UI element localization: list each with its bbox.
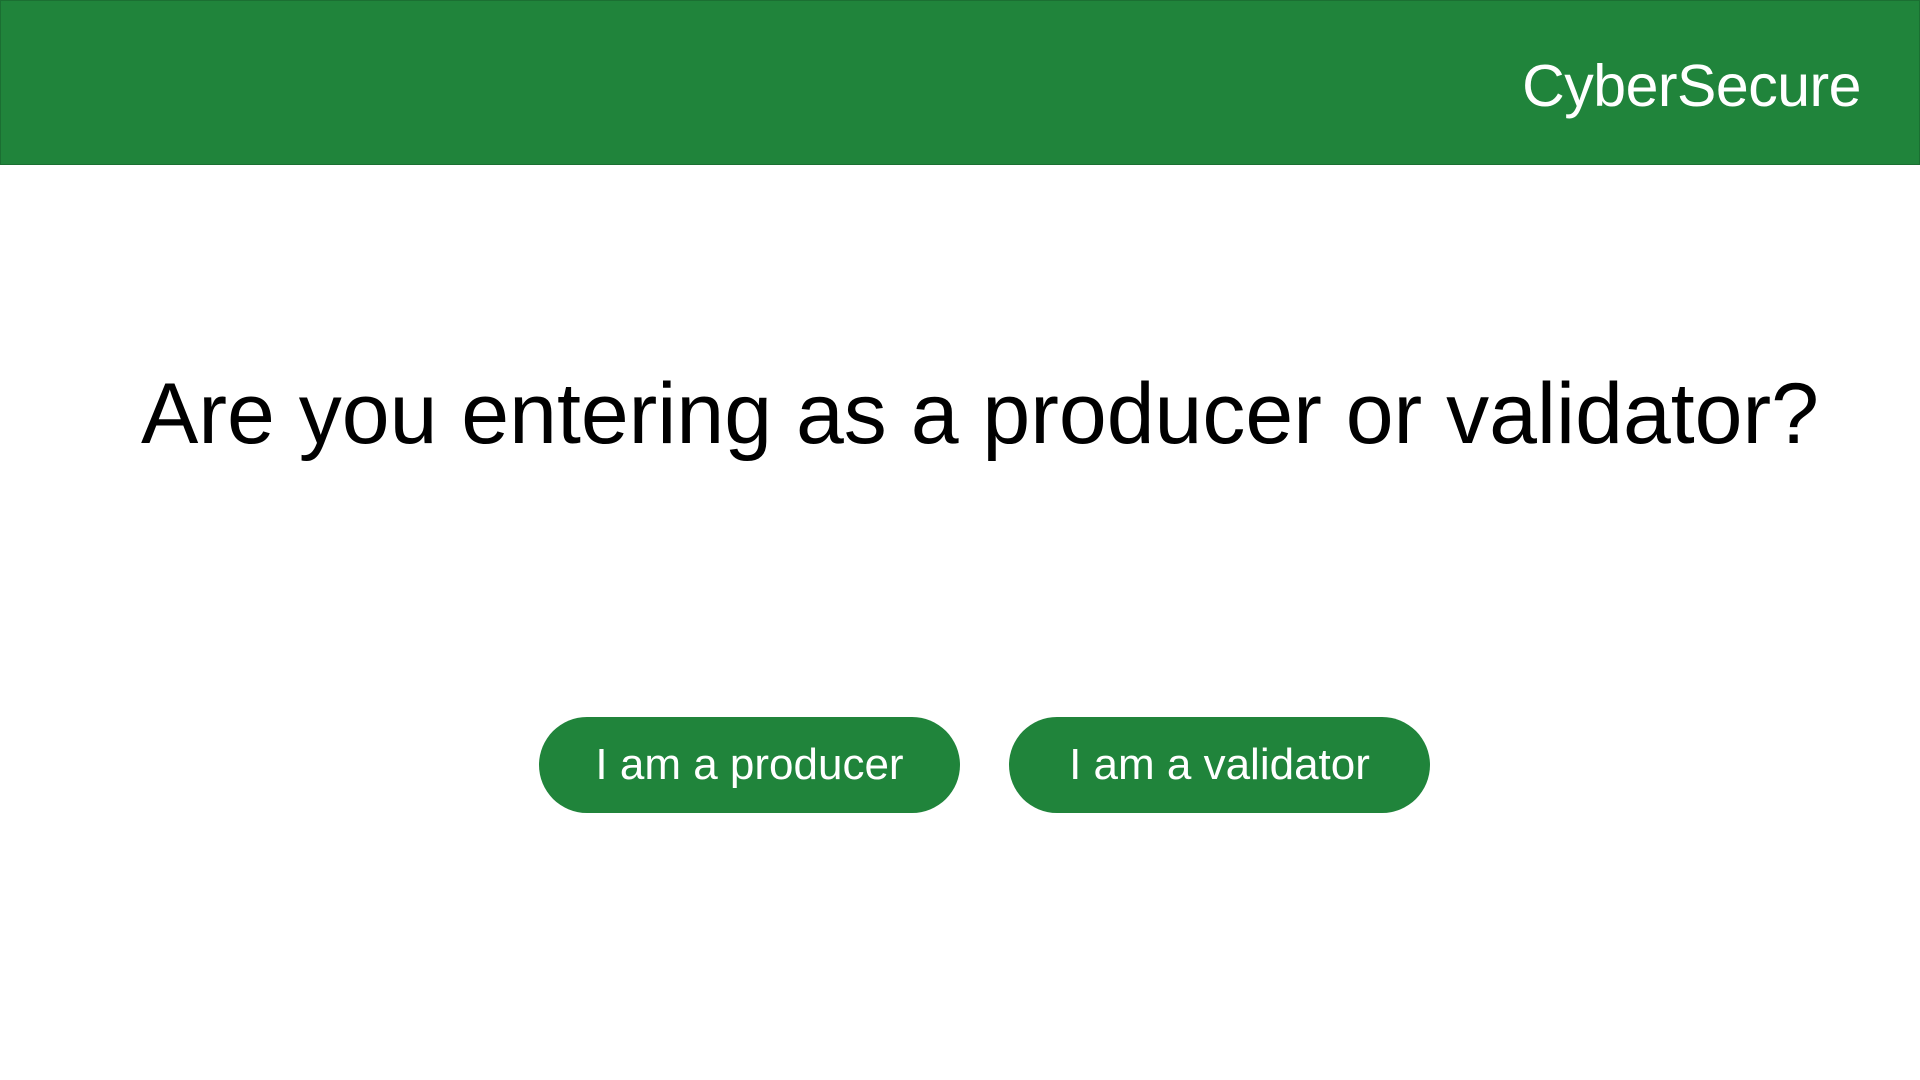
validator-button[interactable]: I am a validator — [1009, 717, 1430, 813]
role-selection-page: CyberSecure Are you entering as a produc… — [0, 0, 1920, 1080]
producer-button[interactable]: I am a producer — [539, 717, 960, 813]
brand-logo-text: CyberSecure — [1522, 53, 1861, 119]
role-question-heading: Are you entering as a producer or valida… — [141, 366, 1819, 462]
top-header-bar: CyberSecure — [0, 0, 1920, 165]
